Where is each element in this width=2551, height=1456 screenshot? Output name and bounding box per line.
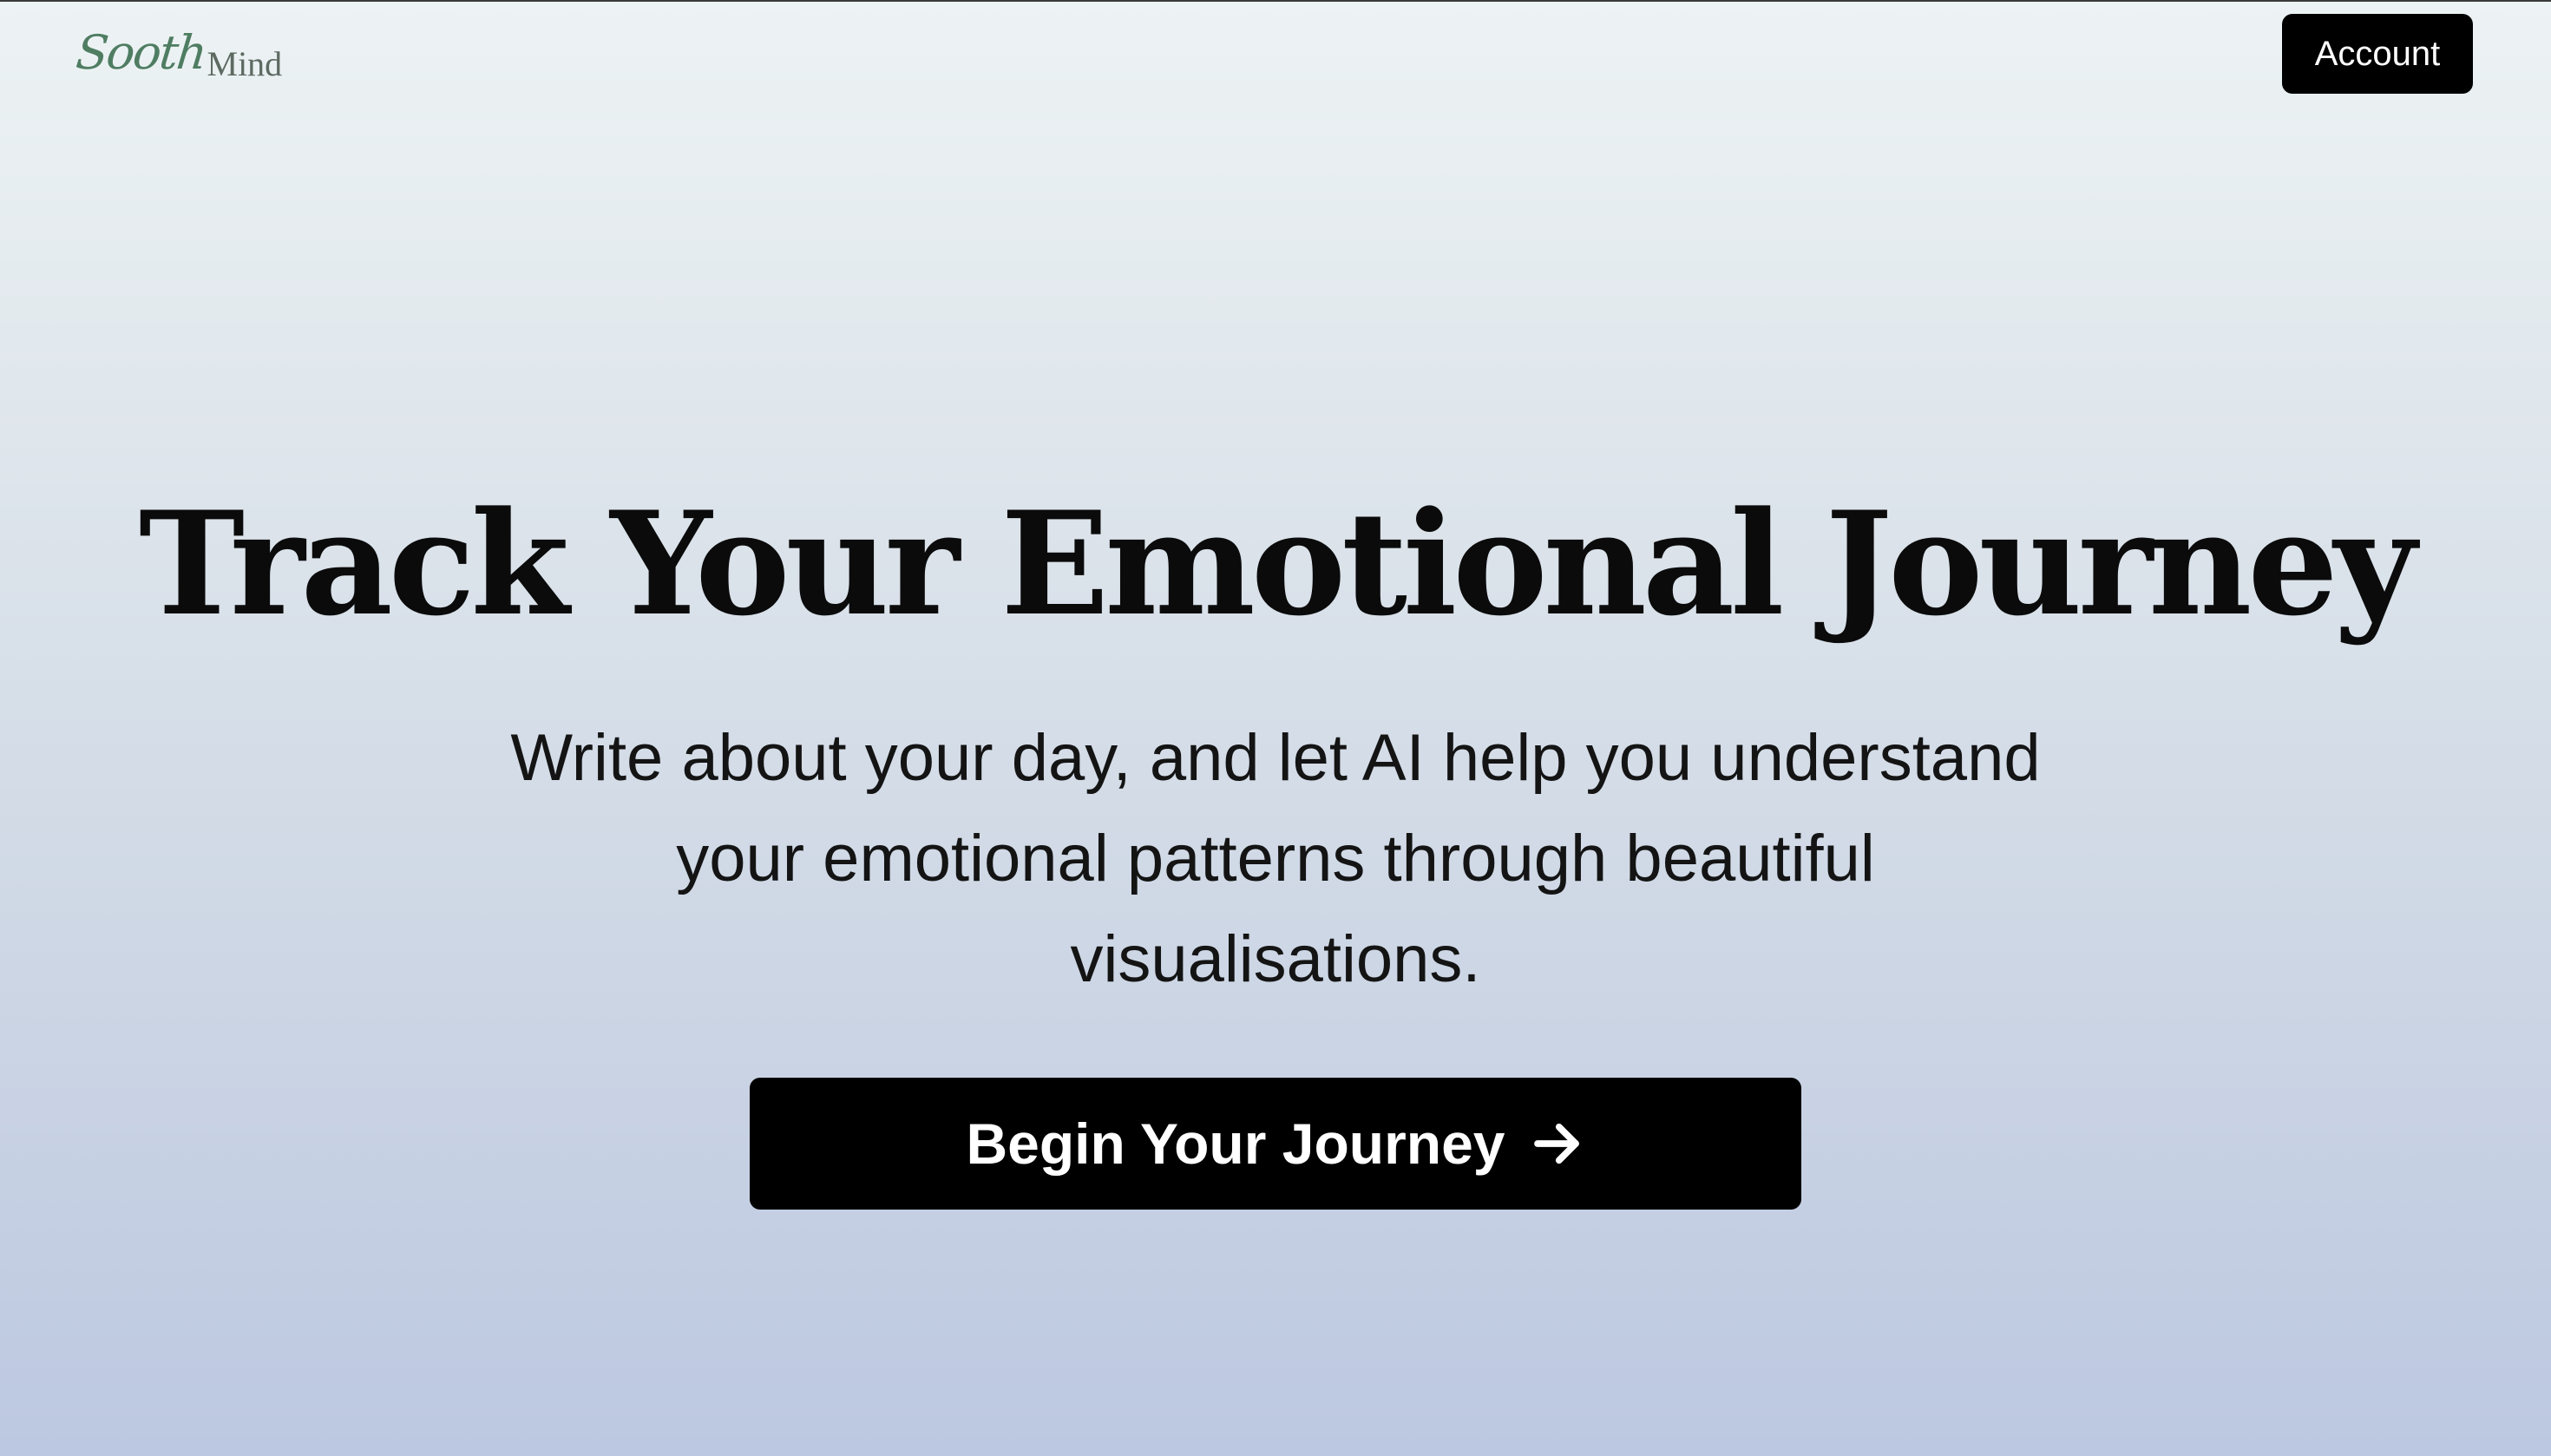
hero-title: Track Your Emotional Journey	[138, 480, 2417, 647]
arrow-right-icon	[1528, 1115, 1585, 1172]
account-button[interactable]: Account	[2282, 14, 2473, 94]
logo-sooth-text: Sooth	[73, 25, 208, 80]
hero-subtitle: Write about your day, and let AI help yo…	[510, 721, 2041, 997]
begin-journey-button[interactable]: Begin Your Journey	[750, 1078, 1801, 1210]
logo-mind-text: Mind	[207, 44, 283, 83]
top-border	[0, 0, 2551, 2]
begin-journey-label: Begin Your Journey	[966, 1112, 1505, 1176]
logo[interactable]: Sooth Mind	[73, 25, 282, 82]
hero-section: Track Your Emotional Journey Write about…	[0, 480, 2551, 1010]
